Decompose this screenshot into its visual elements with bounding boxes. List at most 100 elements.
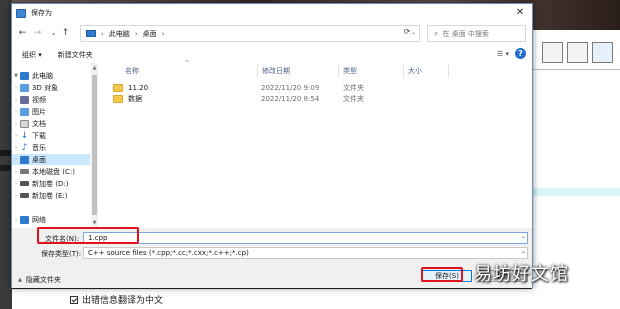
background-ruler [532, 69, 620, 70]
pictures-icon [20, 107, 29, 116]
address-bar[interactable]: › 此电脑 › 桌面 › ⌄ [80, 25, 420, 42]
column-divider[interactable] [338, 64, 339, 78]
search-icon: ⌕ [434, 28, 439, 38]
column-header-size[interactable]: 大小 [408, 66, 422, 76]
tree-item-label: 新加卷 (E:) [32, 191, 68, 200]
music-icon: ♪ [21, 142, 28, 153]
drive-icon [20, 169, 29, 174]
column-header-name[interactable]: 名称 [125, 66, 139, 76]
collapsed-chevron-icon[interactable]: › [12, 145, 20, 151]
tree-item-local-disk-c[interactable]: › 本地磁盘 (C:) [12, 166, 90, 177]
column-divider[interactable] [403, 64, 404, 78]
scroll-up-icon[interactable]: ▲ [91, 65, 98, 71]
collapsed-chevron-icon[interactable]: › [12, 133, 20, 139]
expanded-chevron-icon[interactable]: ▼ [12, 73, 20, 79]
tree-item-network[interactable]: › 网络 [12, 214, 90, 225]
search-placeholder: 在 桌面 中搜索 [442, 29, 489, 38]
tree-item-videos[interactable]: › 视频 [12, 94, 90, 105]
tree-item-label: 本地磁盘 (C:) [32, 167, 75, 176]
collapsed-chevron-icon[interactable]: › [12, 109, 20, 115]
tree-item-label: 此电脑 [32, 71, 53, 80]
new-folder-button[interactable]: 新建文件夹 [58, 50, 93, 60]
tree-item-label: 图片 [32, 107, 46, 116]
tree-item-3d-objects[interactable]: › 3D 对象 [12, 82, 90, 93]
sort-chevron-icon: ⌃ [184, 59, 191, 68]
scrollbar-thumb[interactable] [92, 75, 97, 215]
pc-icon [20, 71, 29, 80]
filetype-dropdown-icon[interactable]: ⌄ [521, 248, 526, 255]
tree-item-label: 桌面 [32, 155, 46, 164]
collapsed-chevron-icon[interactable]: › [12, 157, 20, 163]
collapsed-chevron-icon[interactable]: › [12, 181, 20, 187]
file-type: 文件夹 [343, 84, 364, 92]
file-row[interactable]: 11.20 2022/11/20 9:09 文件夹 [111, 83, 411, 93]
column-divider[interactable] [257, 64, 258, 78]
column-divider[interactable] [448, 64, 449, 78]
back-arrow-icon[interactable]: ← [17, 28, 28, 39]
filetype-select[interactable]: C++ source files (*.cpp;*.cc;*.cxx;*.c++… [83, 247, 528, 259]
background-checkbox-label: 出错信息翻译为中文 [82, 296, 164, 306]
tree-item-label: 3D 对象 [32, 83, 59, 92]
info-icon [592, 42, 613, 63]
background-app-bottom: 出错信息翻译为中文 [12, 289, 532, 309]
column-header-type[interactable]: 类型 [343, 66, 357, 76]
search-input[interactable]: ⌕ 在 桌面 中搜索 [427, 25, 526, 42]
help-icon[interactable]: ? [515, 48, 526, 59]
view-options-icon[interactable]: ☰ ▾ [497, 50, 509, 58]
up-arrow-icon[interactable]: ↑ [60, 28, 71, 39]
background-tool-icon [567, 42, 588, 63]
navigation-bar: ← → ⌄ ↑ › 此电脑 › 桌面 › ⌄ ⟳ ⌕ 在 桌面 中搜索 [12, 22, 532, 46]
file-date: 2022/11/20 8:54 [261, 95, 320, 103]
collapsed-chevron-icon[interactable]: › [12, 169, 20, 175]
collapsed-chevron-icon[interactable]: › [12, 217, 20, 223]
tree-item-volume-e[interactable]: › 新加卷 (E:) [12, 190, 90, 201]
collapsed-chevron-icon[interactable]: › [12, 85, 20, 91]
folder-icon [113, 84, 123, 92]
breadcrumb-separator: › [101, 29, 104, 38]
tree-item-documents[interactable]: › 文档 [12, 118, 90, 129]
hide-folders-toggle[interactable]: ▲ 隐藏文件夹 [18, 275, 61, 285]
dialog-titlebar[interactable]: 保存为 ✕ [12, 4, 532, 22]
file-row[interactable]: 数据 2022/11/20 8:54 文件夹 [111, 94, 411, 104]
organize-button[interactable]: 组织 ▾ [22, 50, 42, 60]
refresh-icon[interactable]: ⟳ [400, 26, 414, 38]
filename-highlight-box [37, 227, 139, 244]
breadcrumb-this-pc[interactable]: 此电脑 [109, 29, 130, 39]
file-name: 11.20 [128, 84, 149, 92]
tree-item-label: 网络 [32, 215, 46, 224]
background-checkbox-row: 出错信息翻译为中文 [70, 293, 163, 306]
column-header-date[interactable]: 修改日期 [262, 66, 290, 76]
forward-arrow-icon[interactable]: → [32, 28, 43, 39]
background-highlight-band [532, 188, 620, 196]
recent-locations-chevron-icon[interactable]: ⌄ [48, 28, 59, 39]
tree-item-downloads[interactable]: › ↓ 下载 [12, 130, 90, 141]
tree-item-this-pc[interactable]: ▼ 此电脑 [12, 70, 90, 81]
tree-item-label: 视频 [32, 95, 46, 104]
tree-item-desktop[interactable]: › 桌面 [12, 154, 90, 165]
tree-item-label: 下载 [32, 131, 46, 140]
tree-item-music[interactable]: › ♪ 音乐 [12, 142, 90, 153]
tree-item-pictures[interactable]: › 图片 [12, 106, 90, 117]
navigation-scrollbar[interactable]: ▲ ▼ [91, 63, 98, 228]
checked-checkbox-icon [70, 295, 78, 304]
tree-item-label: 新加卷 (D:) [32, 179, 69, 188]
save-button-highlight-box [421, 267, 463, 282]
file-list: ⌃ 名称 修改日期 类型 大小 11.20 2022/11/20 9:09 文件… [111, 59, 531, 228]
collapsed-chevron-icon[interactable]: › [12, 193, 20, 199]
document-icon [20, 119, 29, 128]
drive-icon [20, 181, 29, 186]
filename-input[interactable]: 1.cpp [83, 232, 528, 244]
file-name: 数据 [128, 95, 142, 103]
close-button[interactable]: ✕ [514, 7, 526, 19]
collapsed-chevron-icon[interactable]: › [12, 121, 20, 127]
video-icon [20, 95, 29, 104]
filename-dropdown-icon[interactable]: ⌄ [521, 233, 526, 240]
tree-item-volume-d[interactable]: › 新加卷 (D:) [12, 178, 90, 189]
download-icon: ↓ [20, 130, 29, 141]
scroll-down-icon[interactable]: ▼ [91, 220, 98, 226]
tree-item-label: 音乐 [32, 143, 46, 152]
tree-item-label: 文档 [32, 119, 46, 128]
breadcrumb-desktop[interactable]: 桌面 [143, 29, 157, 39]
pc-icon [86, 30, 96, 37]
collapsed-chevron-icon[interactable]: › [12, 97, 20, 103]
